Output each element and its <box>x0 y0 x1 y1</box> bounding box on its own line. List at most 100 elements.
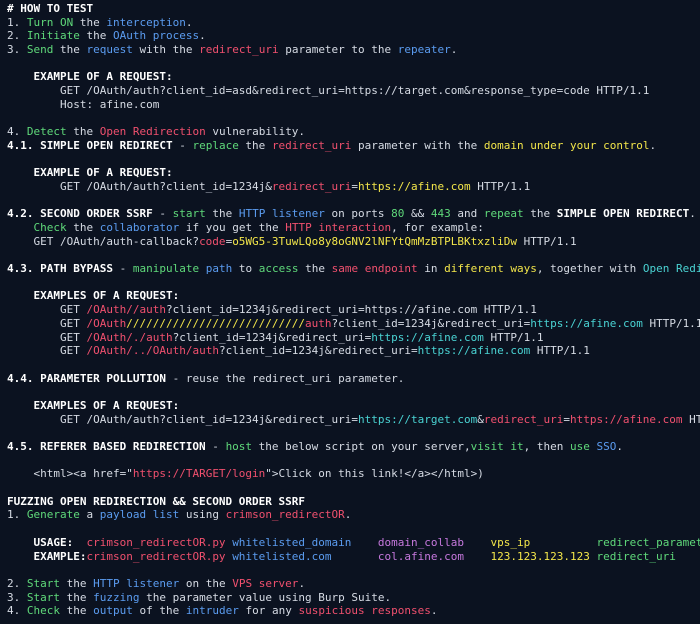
text-segment: 3. <box>7 590 27 604</box>
text-segment: 1. <box>7 508 27 522</box>
text-segment: the below script on your server, <box>252 440 471 453</box>
text-segment: interception <box>106 15 186 29</box>
text-segment: Open Redirection <box>99 125 206 139</box>
text-segment: HTTP listener <box>93 576 180 590</box>
text-segment: 1. <box>7 15 27 29</box>
text-segment: 4.2. SECOND ORDER SSRF <box>7 207 153 221</box>
text-segment: the <box>66 125 100 139</box>
text-segment: /OAuth <box>86 316 127 330</box>
terminal-line: 4. Detect the Open Redirection vulnerabi… <box>7 125 700 139</box>
text-segment: . <box>199 29 206 43</box>
text-segment: /OAuth/../ <box>86 344 153 358</box>
text-segment: parameter with the <box>351 138 484 152</box>
text-segment: && <box>404 207 431 221</box>
text-segment: the <box>205 207 239 221</box>
terminal-line: EXAMPLES OF A REQUEST: <box>7 399 700 413</box>
text-segment: - <box>112 262 133 276</box>
text-segment: intruder <box>185 604 239 618</box>
text-segment: Detect <box>26 125 67 139</box>
text-segment <box>464 550 491 563</box>
text-segment: HTTP/1.1 <box>483 330 544 344</box>
terminal-line: Check the collaborator if you get the HT… <box>7 221 700 235</box>
text-segment: use <box>569 440 590 453</box>
text-segment: - <box>152 207 173 221</box>
text-segment: . <box>450 43 458 57</box>
terminal-line: EXAMPLE OF A REQUEST: <box>7 166 700 180</box>
text-segment: whitelisted_domain <box>232 535 352 549</box>
text-segment: replace <box>192 138 239 152</box>
text-segment: https://target.com <box>358 412 478 426</box>
text-segment: the <box>73 15 107 29</box>
terminal-line: EXAMPLES OF A REQUEST: <box>7 289 700 303</box>
text-segment: to <box>232 262 259 276</box>
text-segment: the <box>66 221 100 234</box>
text-segment: crimson_redirectOR <box>225 508 345 522</box>
text-segment: . <box>344 508 352 522</box>
text-segment: different ways <box>444 262 537 276</box>
text-segment: /////////////////////////// <box>126 316 306 330</box>
text-segment: in <box>417 262 445 276</box>
text-segment: crimson_redirectOR.py <box>86 535 226 549</box>
text-segment: a <box>79 508 100 522</box>
terminal-line: # HOW TO TEST <box>7 2 700 16</box>
text-segment: , for example: <box>391 221 484 234</box>
text-segment: whitelisted.com <box>232 549 332 563</box>
terminal-line: GET /OAuth/../OAuth/auth?client_id=1234j… <box>7 344 700 358</box>
text-segment: . <box>430 604 438 618</box>
text-segment: visit it <box>470 440 524 453</box>
text-segment: Send <box>26 43 54 57</box>
text-segment: - <box>172 138 193 152</box>
text-segment: redirect_uri <box>596 549 676 563</box>
text-segment: ?client_id=1234j&redirect_uri= <box>172 330 372 344</box>
text-segment: the <box>60 590 94 604</box>
terminal-line: 4.2. SECOND ORDER SSRF - start the HTTP … <box>7 207 700 221</box>
terminal-line: USAGE: crimson_redirectOR.py whitelisted… <box>7 536 700 550</box>
text-segment: , then <box>523 440 570 453</box>
text-segment: # HOW TO TEST <box>7 2 94 15</box>
text-segment: if you get the <box>179 221 286 234</box>
text-segment: GET /OAuth/auth-callback? <box>7 234 200 248</box>
terminal-line: 4.5. REFERER BASED REDIRECTION - host th… <box>7 440 700 454</box>
text-segment: the <box>60 576 94 590</box>
text-segment: redirect_uri <box>271 179 352 193</box>
text-segment: manipulate <box>132 262 200 276</box>
text-segment: https://afine.com <box>569 412 683 426</box>
text-segment: 123.123.123.123 <box>490 549 590 563</box>
text-segment: host <box>225 440 253 453</box>
text-segment: Open Redirect <box>642 262 700 276</box>
text-segment: HTTP/1.1 <box>689 412 700 426</box>
text-segment: 4.1. SIMPLE OPEN REDIRECT <box>7 138 173 152</box>
text-segment: 4.4. PARAMETER POLLUTION <box>7 371 166 385</box>
terminal-line: 4.1. SIMPLE OPEN REDIRECT - replace the … <box>7 139 700 153</box>
text-segment: redirect_parameter_name <box>596 535 700 549</box>
text-segment <box>7 221 34 234</box>
terminal-line: GET /OAuth/./auth?client_id=1234j&redire… <box>7 331 700 345</box>
terminal-output: # HOW TO TEST 1. Turn ON the interception… <box>0 0 700 624</box>
text-segment: SSO <box>596 440 617 453</box>
text-segment: same endpoint <box>331 262 418 276</box>
text-segment <box>351 536 378 549</box>
text-segment: code <box>199 234 226 248</box>
terminal-line: 1. Turn ON the interception. <box>7 16 700 30</box>
text-segment: /OAuth// <box>86 303 140 317</box>
text-segment: 4. <box>7 125 27 139</box>
terminal-line: 2. Start the HTTP listener on the VPS se… <box>7 577 700 591</box>
text-segment: suspicious responses <box>298 604 431 618</box>
text-segment: path <box>205 262 233 276</box>
text-segment <box>530 536 596 549</box>
text-segment: redirect_uri <box>271 138 352 152</box>
text-segment: 443 <box>430 207 451 221</box>
terminal-line: 4.3. PATH BYPASS - manipulate path to ac… <box>7 262 700 276</box>
text-segment: https://TARGET/login <box>132 467 266 481</box>
text-segment <box>332 550 378 563</box>
text-segment: HTTP/1.1 <box>642 316 700 330</box>
text-segment: . <box>298 576 306 590</box>
text-segment: parameter to the <box>278 43 398 57</box>
text-segment: the parameter value using Burp Suite. <box>139 590 392 604</box>
text-segment: Start <box>26 576 60 590</box>
